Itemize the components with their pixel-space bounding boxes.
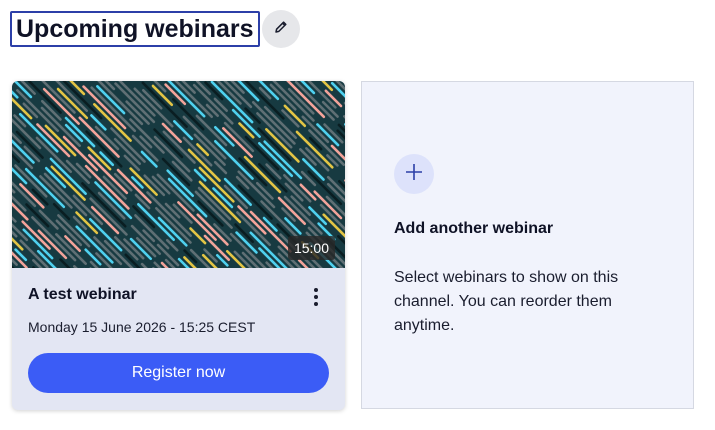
- thumbnail-stripe: [153, 128, 184, 159]
- thumbnail-stripe: [15, 130, 44, 159]
- thumbnail-stripe: [257, 162, 288, 193]
- thumbnail-stripe: [174, 81, 214, 119]
- thumbnail-stripe: [37, 229, 68, 260]
- thumbnail-stripe: [237, 205, 267, 235]
- thumbnail-stripe: [123, 154, 141, 172]
- plus-icon: [405, 163, 423, 186]
- thumbnail-stripe: [321, 81, 334, 92]
- add-webinar-description: Select webinars to show on this channel.…: [394, 269, 619, 334]
- thumbnail-stripe: [96, 85, 126, 115]
- kebab-menu-icon-dot: [314, 302, 318, 306]
- thumbnail-stripe: [85, 130, 123, 168]
- thumbnail-stripe: [84, 248, 102, 266]
- thumbnail-stripe: [300, 170, 317, 187]
- page-title-input[interactable]: Upcoming webinars: [10, 11, 260, 47]
- thumbnail-stripe: [129, 167, 158, 196]
- thumbnail-stripe: [21, 220, 51, 250]
- page-header: Upcoming webinars: [10, 10, 300, 48]
- thumbnail-stripe: [238, 157, 268, 187]
- thumbnail-stripe: [153, 135, 191, 173]
- thumbnail-stripe: [73, 265, 78, 268]
- thumbnail-stripe: [90, 205, 120, 235]
- thumbnail-stripe: [308, 129, 345, 167]
- thumbnail-stripe: [154, 206, 192, 244]
- thumbnail-stripe: [129, 118, 165, 154]
- thumbnail-stripe: [157, 216, 188, 247]
- thumbnail-stripe: [110, 127, 146, 163]
- thumbnail-stripe: [35, 136, 73, 174]
- add-webinar-title: Add another webinar: [394, 220, 554, 237]
- thumbnail-stripe: [75, 162, 92, 179]
- thumbnail-stripe: [140, 150, 158, 168]
- thumbnail-stripe: [164, 202, 181, 219]
- kebab-menu-icon-dot: [314, 295, 318, 299]
- register-now-button[interactable]: Register now: [28, 353, 329, 393]
- thumbnail-stripe: [134, 214, 170, 250]
- thumbnail-stripe: [299, 183, 317, 201]
- thumbnail-stripe: [12, 230, 18, 238]
- thumbnail-stripe: [161, 157, 191, 187]
- thumbnail-stripe: [244, 107, 261, 124]
- thumbnail-stripe: [50, 165, 86, 201]
- pencil-icon: [274, 20, 288, 39]
- thumbnail-stripe: [62, 135, 99, 172]
- thumbnail-stripe: [256, 112, 293, 149]
- thumbnail-stripe: [313, 190, 343, 220]
- thumbnail-stripe: [198, 166, 235, 203]
- thumbnail-stripe: [238, 122, 255, 139]
- webinar-title[interactable]: A test webinar: [28, 286, 137, 304]
- kebab-menu-icon-dot: [314, 288, 318, 292]
- thumbnail-stripe: [182, 136, 213, 167]
- duration-badge: 15:00: [287, 236, 335, 260]
- webinar-thumbnail: 15:00: [12, 81, 345, 268]
- thumbnail-stripe: [31, 188, 49, 206]
- thumbnail-stripe: [189, 248, 211, 268]
- thumbnail-stripe: [134, 193, 151, 210]
- webinar-date: Monday 15 June 2026 - 15:25 CEST: [28, 319, 256, 335]
- thumbnail-stripe: [90, 114, 107, 131]
- thumbnail-stripe: [19, 239, 49, 268]
- thumbnail-stripe: [64, 235, 82, 253]
- thumbnail-stripe: [42, 87, 80, 125]
- thumbnail-stripe: [321, 100, 339, 118]
- edit-title-button[interactable]: [261, 10, 300, 48]
- thumbnail-stripe: [93, 236, 123, 266]
- thumbnail-stripe: [223, 177, 253, 207]
- add-webinar-button[interactable]: [394, 154, 434, 194]
- thumbnail-stripe: [189, 227, 207, 245]
- thumbnail-stripe: [283, 174, 312, 203]
- webinar-card[interactable]: 15:00 A test webinar Monday 15 June 2026…: [12, 81, 345, 410]
- thumbnail-stripe: [23, 145, 41, 163]
- thumbnail-stripe: [265, 163, 282, 180]
- more-options-button[interactable]: [304, 285, 328, 309]
- thumbnail-stripe: [231, 108, 261, 138]
- thumbnail-stripe: [237, 184, 273, 220]
- thumbnail-stripe: [22, 102, 39, 119]
- add-webinar-panel[interactable]: Add another webinar Select webinars to s…: [361, 81, 694, 409]
- thumbnail-stripe: [277, 196, 307, 226]
